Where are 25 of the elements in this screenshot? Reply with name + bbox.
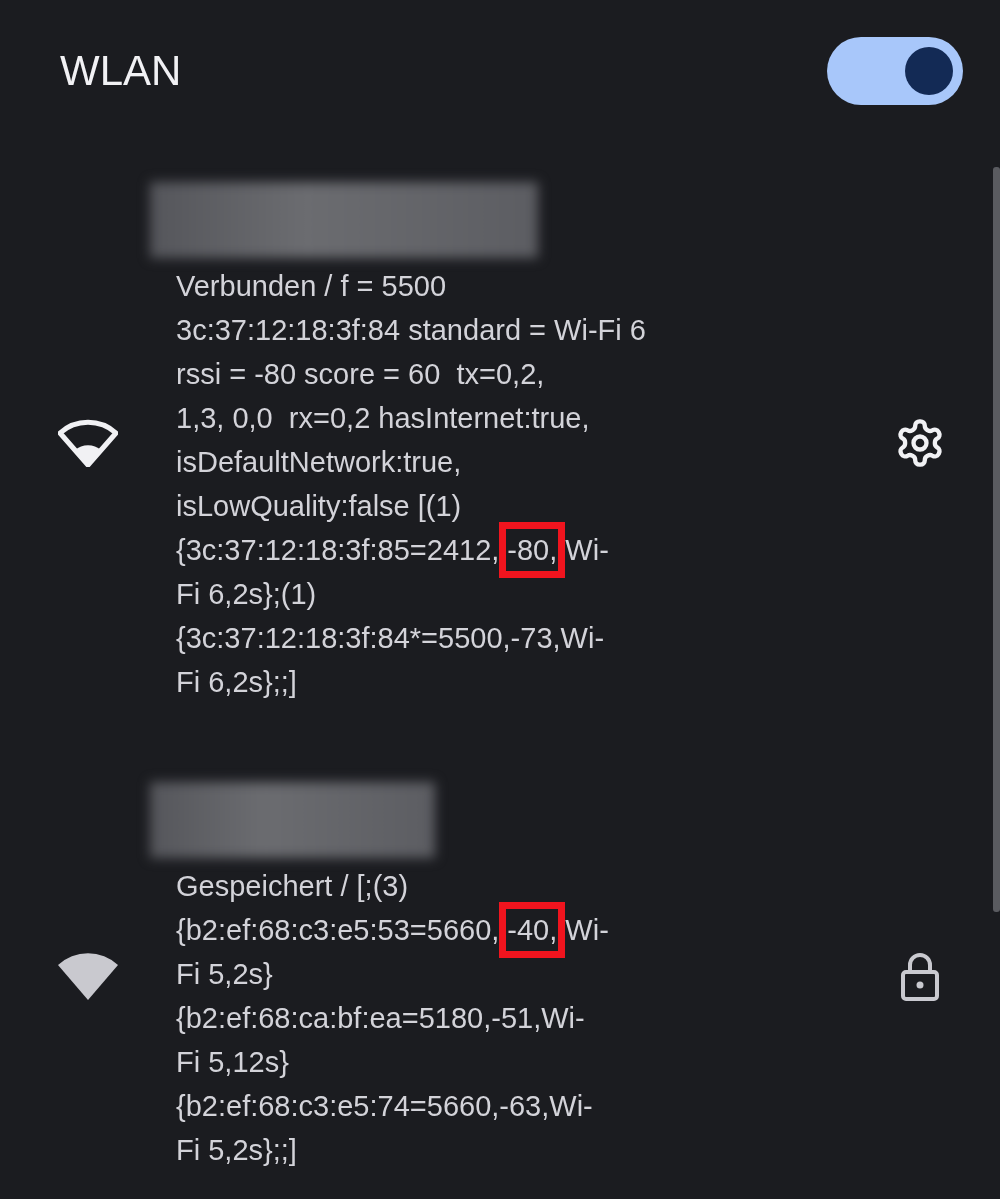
detail-text: isLowQuality:false [(1) [175,489,463,524]
wifi-icon [58,419,118,467]
detail-text: Fi 6,2s};(1) [175,577,318,612]
wifi-icon [58,953,118,1001]
detail-text: {b2:ef:68:c3:e5:53=5660, [176,913,500,948]
detail-text: {3c:37:12:18:3f:85=2412, [176,533,500,568]
detail-text: Fi 5,2s};;] [175,1133,298,1168]
detail-text: Fi 5,2s} [175,957,274,992]
highlight-box: -40, [499,902,566,958]
highlight-box: -80, [499,522,566,578]
detail-text: Wi- [565,533,609,568]
detail-text: 1,3, 0,0 rx=0,2 hasInternet:true, [175,401,591,436]
detail-text: {3c:37:12:18:3f:84*=5500,-73,Wi- [175,621,606,656]
detail-text: {b2:ef:68:ca:bf:ea=5180,-51,Wi- [175,1001,586,1036]
lock-icon [900,952,940,1002]
detail-text: rssi = -80 score = 60 tx=0,2, [175,357,546,392]
detail-text: Fi 6,2s};;] [175,665,298,700]
detail-text: Wi- [565,913,609,948]
detail-text: 3c:37:12:18:3f:84 standard = Wi-Fi 6 [175,313,647,348]
detail-text: Fi 5,12s} [175,1045,290,1080]
detail-text: {b2:ef:68:c3:e5:74=5660,-63,Wi- [175,1089,594,1124]
detail-text: Gespeichert / [;(3) [175,869,410,904]
detail-text: Verbunden / f = 5500 [175,269,448,304]
page-title: WLAN [60,47,182,95]
detail-text: isDefaultNetwork:true, [175,445,463,480]
